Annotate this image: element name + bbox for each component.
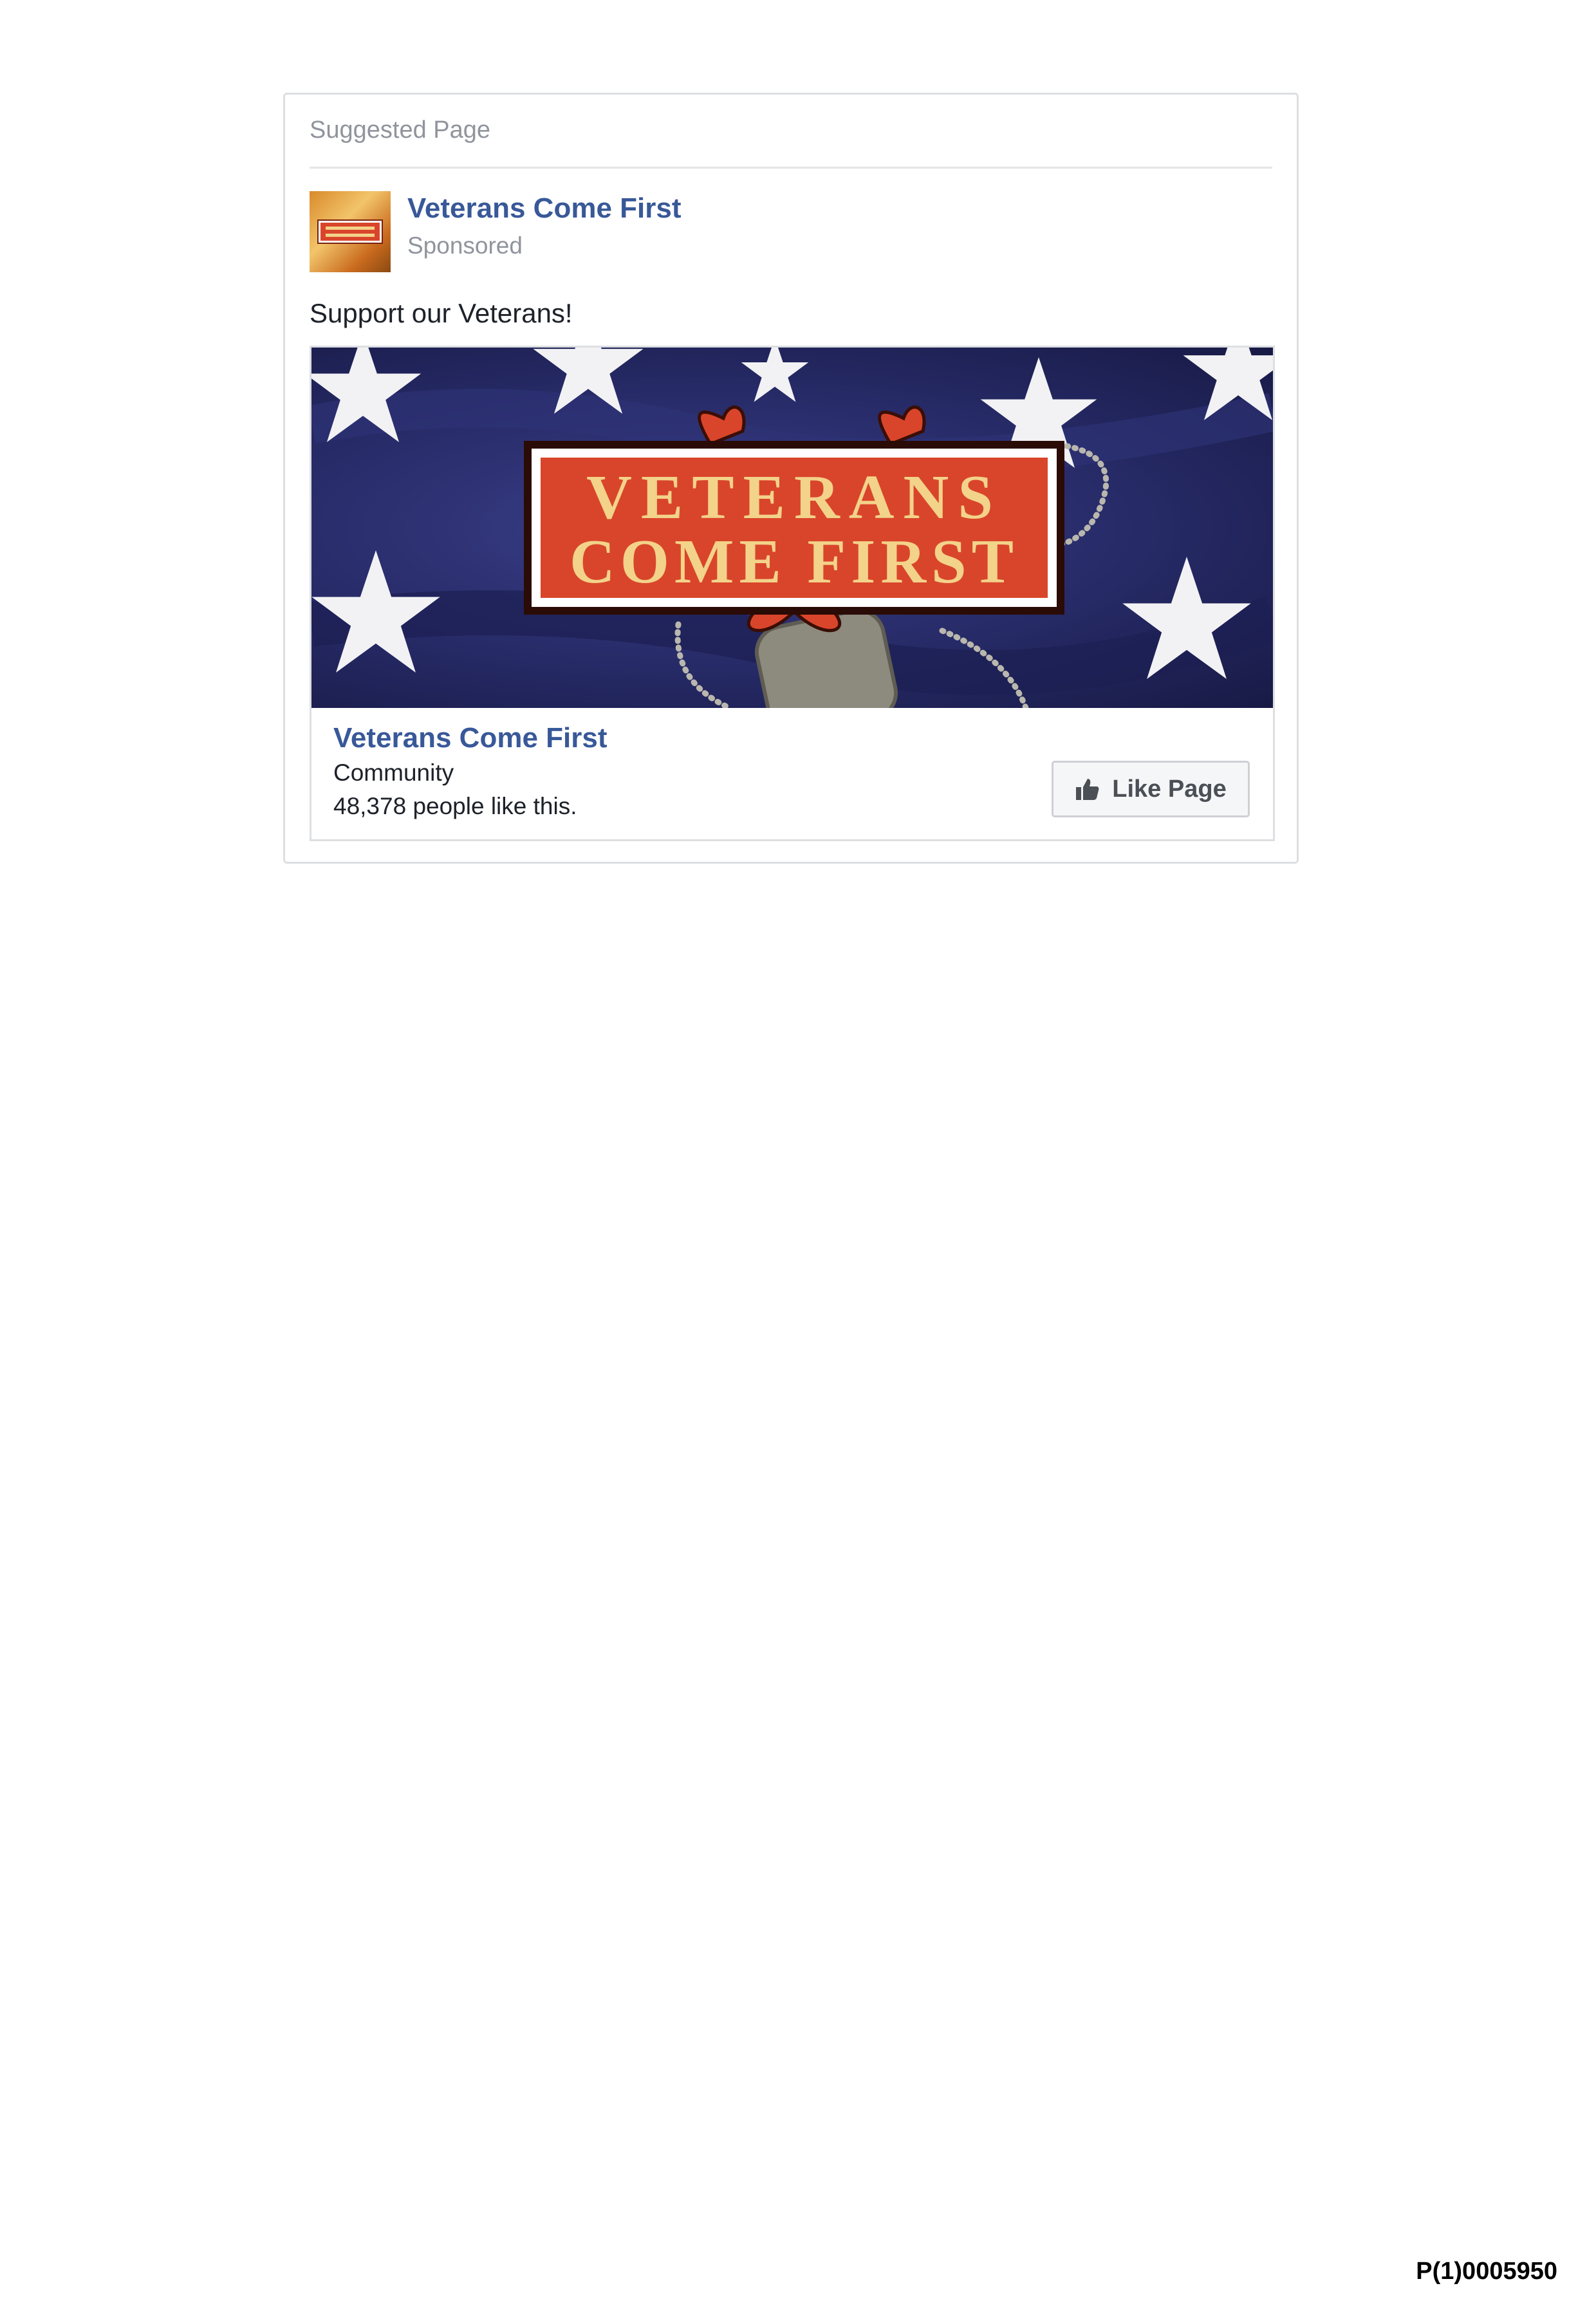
post-text: Support our Veterans! — [310, 298, 573, 328]
document-id: P(1)0005950 — [1416, 2258, 1557, 2285]
cover-logo-line2: COME FIRST — [570, 527, 1019, 597]
suggested-page-card: Suggested Page Veterans Come First Spons… — [283, 93, 1299, 864]
flag-cover-art: VETERANS COME FIRST — [311, 348, 1273, 708]
header-divider — [310, 167, 1272, 169]
thumbs-up-icon — [1076, 779, 1099, 800]
cover-logo-line1: VETERANS — [586, 463, 1002, 532]
page-attachment: VETERANS COME FIRST Veterans Come First … — [310, 346, 1275, 841]
sponsored-label[interactable]: Sponsored — [407, 232, 523, 259]
avatar-logo-image — [319, 221, 382, 243]
cover-image[interactable]: VETERANS COME FIRST — [311, 348, 1273, 708]
attachment-like-count: 48,378 people like this. — [333, 793, 577, 819]
like-page-button[interactable]: Like Page — [1052, 761, 1250, 817]
page-avatar[interactable] — [310, 191, 391, 272]
attachment-title-link[interactable]: Veterans Come First — [333, 722, 608, 754]
attachment-category: Community — [333, 759, 454, 786]
like-page-label: Like Page — [1112, 775, 1227, 803]
card-header-label: Suggested Page — [310, 116, 491, 144]
page-name-link[interactable]: Veterans Come First — [407, 192, 682, 225]
